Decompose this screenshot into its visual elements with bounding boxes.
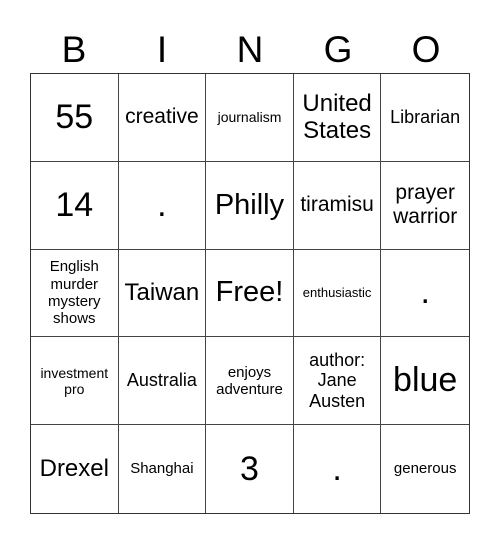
- bingo-cell[interactable]: .: [294, 425, 382, 513]
- bingo-cell[interactable]: Philly: [206, 161, 294, 250]
- header-letter-g: G: [323, 29, 353, 70]
- bingo-cell[interactable]: .: [118, 161, 207, 250]
- bingo-cell[interactable]: Shanghai: [119, 425, 207, 513]
- bingo-cell[interactable]: investment pro: [31, 337, 119, 426]
- bingo-cell[interactable]: 14: [31, 161, 119, 250]
- bingo-cell[interactable]: 55: [31, 74, 119, 162]
- bingo-cell[interactable]: enjoys adventure: [206, 337, 294, 426]
- bingo-cell[interactable]: creative: [118, 74, 207, 162]
- header-letter-b: B: [61, 29, 87, 70]
- header-letter-n: N: [236, 29, 264, 70]
- bingo-cell[interactable]: enthusiastic: [293, 249, 382, 338]
- header-letter-i: I: [156, 29, 168, 70]
- bingo-cell[interactable]: author: Jane Austen: [293, 337, 382, 426]
- bingo-cell[interactable]: tiramisu: [293, 161, 382, 250]
- bingo-cell[interactable]: generous: [381, 425, 469, 513]
- bingo-cell[interactable]: Australia: [118, 337, 207, 426]
- bingo-cell[interactable]: blue: [381, 337, 469, 426]
- header-letter-o: O: [411, 29, 441, 70]
- bingo-cell[interactable]: Drexel: [31, 425, 119, 513]
- bingo-header: B I N G O: [30, 27, 470, 73]
- bingo-cell[interactable]: 3: [206, 425, 294, 513]
- bingo-cell[interactable]: Librarian: [381, 74, 469, 162]
- bingo-cell[interactable]: United States: [293, 74, 382, 162]
- bingo-cell[interactable]: .: [381, 250, 469, 338]
- bingo-cell[interactable]: Taiwan: [118, 249, 207, 338]
- free-space-cell[interactable]: Free!: [206, 249, 294, 338]
- bingo-cell[interactable]: prayer warrior: [381, 162, 469, 250]
- bingo-grid: 55 creative journalism United States Lib…: [30, 73, 470, 514]
- bingo-cell[interactable]: journalism: [206, 74, 294, 162]
- bingo-cell[interactable]: English murder mystery shows: [31, 249, 119, 338]
